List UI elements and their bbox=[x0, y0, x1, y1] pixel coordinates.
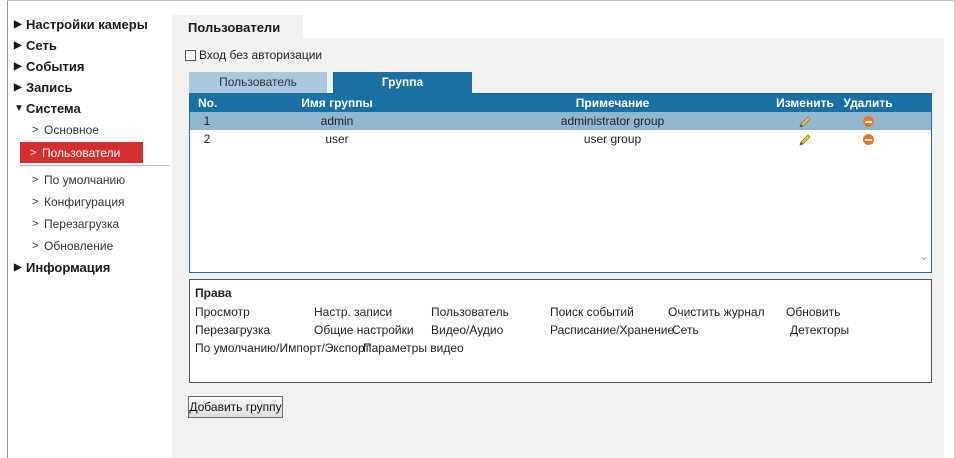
delete-icon[interactable] bbox=[862, 116, 874, 128]
pencil-icon[interactable] bbox=[798, 115, 812, 129]
add-group-button[interactable]: Добавить группу bbox=[188, 396, 283, 418]
triangle-down-icon: ▼ bbox=[14, 103, 24, 114]
triangle-right-icon: ▶ bbox=[14, 19, 22, 30]
scroll-up-icon[interactable]: ⌃ bbox=[917, 122, 931, 136]
nav-record[interactable]: ▶ Запись bbox=[10, 77, 165, 98]
right-item: Расписание/Хранение bbox=[550, 323, 675, 337]
nav-sub-default[interactable]: > По умолчанию bbox=[10, 169, 165, 191]
chevron-right-icon: > bbox=[32, 174, 39, 186]
nav-info[interactable]: ▶ Информация bbox=[10, 257, 165, 278]
tab-group[interactable]: Группа bbox=[333, 72, 472, 93]
nav-label: Запись bbox=[26, 80, 73, 95]
right-item: Параметры видео bbox=[363, 341, 464, 355]
nav-network[interactable]: ▶ Сеть bbox=[10, 35, 165, 56]
edit-cell bbox=[770, 130, 840, 148]
frame-border-left bbox=[7, 0, 8, 458]
nav-sub-label: Перезагрузка bbox=[44, 217, 120, 231]
frame-border-top bbox=[7, 0, 955, 1]
cell-note: user group bbox=[583, 132, 642, 146]
nav-label: Информация bbox=[26, 260, 111, 275]
edit-cell bbox=[770, 112, 840, 130]
chevron-right-icon: > bbox=[32, 240, 39, 252]
group-table: No. Имя группы Примечание Изменить Удали… bbox=[189, 93, 932, 273]
nav-sub-reboot[interactable]: > Перезагрузка bbox=[10, 213, 165, 235]
triangle-right-icon: ▶ bbox=[14, 61, 22, 72]
right-item: Очистить журнал bbox=[668, 305, 765, 319]
right-item: По умолчанию/Импорт/Экспорт bbox=[195, 341, 370, 355]
header-edit: Изменить bbox=[776, 96, 834, 110]
no-auth-label: Вход без авторизации bbox=[199, 48, 323, 62]
rights-title: Права bbox=[195, 286, 232, 300]
right-item: Сеть bbox=[672, 323, 699, 337]
nav-divider bbox=[20, 165, 170, 166]
scroll-down-icon[interactable]: ⌄ bbox=[917, 249, 931, 263]
chevron-right-icon: > bbox=[32, 218, 39, 230]
right-item: Перезагрузка bbox=[195, 323, 271, 337]
header-name: Имя группы bbox=[301, 96, 373, 110]
delete-icon[interactable] bbox=[862, 134, 874, 146]
no-auth-checkbox[interactable] bbox=[185, 49, 196, 61]
chevron-right-icon: > bbox=[32, 124, 39, 136]
nav-sub-update[interactable]: > Обновление bbox=[10, 235, 165, 257]
right-item: Поиск событий bbox=[550, 305, 634, 319]
table-header: No. Имя группы Примечание Изменить Удали… bbox=[190, 94, 931, 112]
nav-label: Система bbox=[26, 101, 81, 116]
cell-no: 1 bbox=[203, 114, 211, 128]
header-no: No. bbox=[198, 96, 218, 110]
triangle-right-icon: ▶ bbox=[14, 262, 22, 273]
table-row[interactable]: 1 admin administrator group bbox=[190, 112, 931, 130]
delete-cell bbox=[838, 112, 898, 130]
triangle-right-icon: ▶ bbox=[14, 82, 22, 93]
nav-label: Настройки камеры bbox=[26, 17, 148, 32]
header-note: Примечание bbox=[575, 96, 650, 110]
right-item: Пользователь bbox=[431, 305, 509, 319]
nav-label: События bbox=[26, 59, 85, 74]
rights-panel: Права Просмотр Настр. записи Пользовател… bbox=[189, 279, 932, 383]
nav-camera-settings[interactable]: ▶ Настройки камеры bbox=[10, 14, 165, 35]
right-item: Видео/Аудио bbox=[431, 323, 504, 337]
nav-sub-label: По умолчанию bbox=[44, 173, 126, 187]
tab-user[interactable]: Пользователь bbox=[189, 72, 327, 93]
nav-system[interactable]: ▼ Система bbox=[10, 98, 165, 119]
nav-sub-label: Пользователи bbox=[42, 145, 121, 160]
nav-sub-label: Конфигурация bbox=[44, 195, 125, 209]
triangle-right-icon: ▶ bbox=[14, 40, 22, 51]
nav-sub-label: Обновление bbox=[44, 239, 114, 253]
nav-sub-basic[interactable]: > Основное bbox=[10, 119, 165, 141]
cell-name: admin bbox=[320, 114, 354, 128]
right-item: Обновить bbox=[786, 305, 841, 319]
nav-label: Сеть bbox=[26, 38, 57, 53]
header-delete: Удалить bbox=[843, 96, 893, 110]
nav-sub-configuration[interactable]: > Конфигурация bbox=[10, 191, 165, 213]
right-item: Настр. записи bbox=[314, 305, 393, 319]
delete-cell bbox=[838, 130, 898, 148]
chevron-right-icon: > bbox=[30, 146, 37, 159]
nav-events[interactable]: ▶ События bbox=[10, 56, 165, 77]
cell-no: 2 bbox=[203, 132, 211, 146]
nav-sub-label: Основное bbox=[44, 123, 99, 137]
cell-name: user bbox=[325, 132, 349, 146]
nav-sub-users[interactable]: > Пользователи bbox=[20, 142, 143, 165]
chevron-right-icon: > bbox=[32, 196, 39, 208]
right-item: Просмотр bbox=[195, 305, 250, 319]
sidebar: ▶ Настройки камеры ▶ Сеть ▶ События ▶ Запись… bbox=[10, 14, 170, 278]
page-tab-users[interactable]: Пользователи bbox=[172, 15, 303, 39]
table-row[interactable]: 2 user user group bbox=[190, 130, 931, 148]
right-item: Детекторы bbox=[790, 323, 850, 337]
cell-note: administrator group bbox=[560, 114, 665, 128]
no-auth-option[interactable]: Вход без авторизации bbox=[185, 48, 322, 62]
pencil-icon[interactable] bbox=[798, 133, 812, 147]
right-item: Общие настройки bbox=[314, 323, 414, 337]
